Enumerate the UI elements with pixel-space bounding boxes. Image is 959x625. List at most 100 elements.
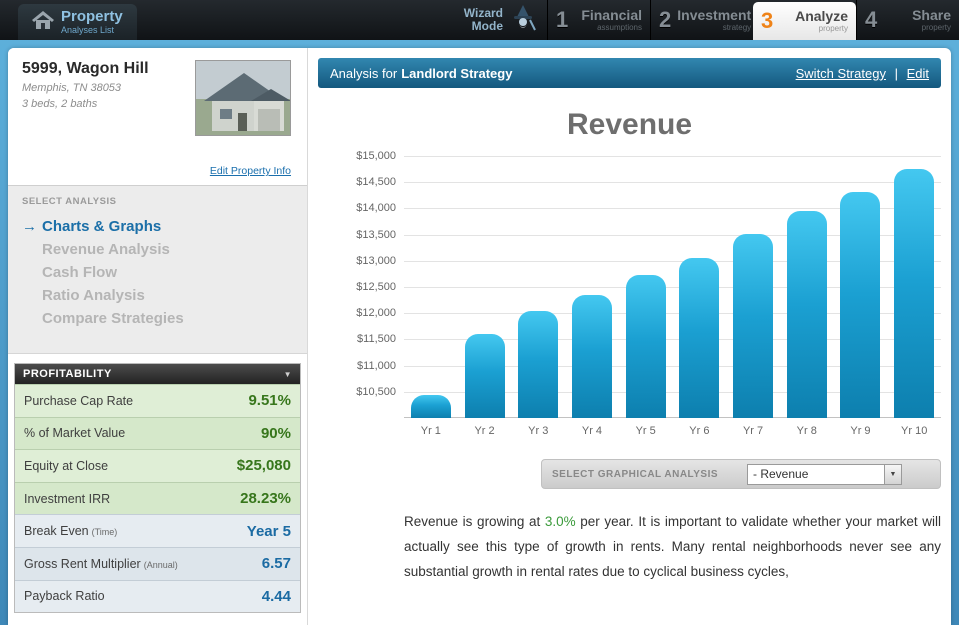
sidebar-item-label: Cash Flow	[42, 264, 118, 281]
select-analysis-section: SELECT ANALYSIS → Charts & Graphs Revenue…	[8, 186, 307, 354]
property-tab[interactable]: Property Analyses List	[18, 4, 137, 40]
dropdown-arrow-icon[interactable]: ▼	[884, 464, 901, 484]
sidebar-item-label: Charts & Graphs	[42, 218, 162, 235]
row-sublabel: (Annual)	[143, 559, 178, 570]
bar-cell	[511, 156, 565, 418]
row-value: $25,080	[236, 457, 291, 475]
chevron-down-icon: ▼	[283, 369, 292, 379]
property-card: 5999, Wagon Hill Memphis, TN 38053 3 bed…	[8, 48, 307, 186]
sidebar-item-charts-graphs[interactable]: → Charts & Graphs	[22, 215, 293, 238]
y-tick-label: $14,500	[356, 176, 396, 189]
switch-strategy-link[interactable]: Switch Strategy	[796, 66, 886, 81]
sidebar-item-label: Ratio Analysis	[42, 287, 145, 304]
row-investment-irr: Investment IRR 28.23%	[15, 481, 300, 515]
bar-cell	[887, 156, 941, 418]
sidebar-item-ratio-analysis[interactable]: Ratio Analysis	[22, 284, 293, 307]
x-tick-label: Yr 1	[420, 425, 441, 437]
row-break-even: Break Even (Time) Year 5	[15, 514, 300, 547]
analysis-for-label: Analysis for	[330, 65, 398, 81]
chart-y-axis: $15,000 $14,500 $14,000 $13,500 $13,000 $12,5…	[346, 150, 404, 418]
row-label: Payback Ratio	[24, 589, 105, 604]
active-arrow-icon: →	[22, 218, 37, 235]
bar-yr-9	[840, 191, 881, 418]
x-axis: Yr 1 Yr 2 Yr 3 Yr 4 Yr 5 Yr 6 Yr 7 Yr 8 Yr 9 Yr 1…	[404, 425, 941, 437]
revenue-description-paragraph: Revenue is growing at 3.0% per year. It …	[404, 509, 941, 584]
row-value: 28.23%	[240, 490, 291, 508]
row-label: Purchase Cap Rate	[24, 393, 134, 408]
row-value: 4.44	[261, 587, 291, 605]
sidebar: 5999, Wagon Hill Memphis, TN 38053 3 bed…	[8, 48, 308, 625]
y-tick-label: $11,500	[357, 333, 396, 346]
x-tick-label: Yr 8	[796, 425, 817, 437]
edit-strategy-link[interactable]: Edit	[907, 66, 929, 81]
row-value: Year 5	[246, 522, 291, 540]
sidebar-item-compare-strategies[interactable]: Compare Strategies	[22, 307, 293, 330]
row-value: 90%	[260, 424, 291, 442]
strategy-name: Landlord Strategy	[401, 65, 513, 81]
top-navigation-bar: Property Analyses List Wizard Mode 1 Fin…	[0, 0, 959, 40]
x-tick-label: Yr 5	[635, 425, 656, 437]
sidebar-item-revenue-analysis[interactable]: Revenue Analysis	[22, 238, 293, 261]
strategy-header-bar: Analysis for Landlord Strategy Switch St…	[318, 58, 941, 88]
step-3-label: Analyze	[795, 8, 848, 24]
row-label: Investment IRR	[24, 491, 111, 506]
tab-step-3-analyze[interactable]: 3 Analyze property	[753, 2, 856, 40]
bar-yr-6	[679, 257, 720, 418]
bar-cell	[726, 156, 780, 418]
y-tick-label: $14,000	[356, 202, 396, 215]
step-1-number: 1	[556, 7, 569, 32]
bar-yr-8	[786, 211, 827, 418]
profitability-header[interactable]: PROFITABILITY ▼	[15, 364, 300, 384]
bar-yr-1	[410, 395, 451, 418]
sidebar-item-label: Revenue Analysis	[42, 241, 170, 258]
step-tabs: 1 Financial assumptions 2 Investment str…	[547, 0, 959, 40]
profitability-widget: PROFITABILITY ▼ Purchase Cap Rate 9.51% …	[14, 363, 301, 614]
profitability-header-label: PROFITABILITY	[23, 368, 112, 380]
bar-cell	[404, 156, 458, 418]
y-tick-label: $13,000	[356, 254, 396, 267]
tab-step-1-financial[interactable]: 1 Financial assumptions	[547, 0, 650, 40]
sidebar-item-cash-flow[interactable]: Cash Flow	[22, 261, 293, 284]
row-pct-market-value: % of Market Value 90%	[15, 416, 300, 450]
bar-yr-7	[733, 233, 774, 418]
edit-property-info-link[interactable]: Edit Property Info	[210, 165, 291, 177]
x-tick-label: Yr 10	[901, 425, 928, 437]
tab-step-4-share[interactable]: 4 Share property	[856, 0, 959, 40]
row-gross-rent-multiplier: Gross Rent Multiplier (Annual) 6.57	[15, 546, 300, 580]
row-label: Gross Rent Multiplier	[24, 556, 141, 571]
select-graphical-analysis-label: SELECT GRAPHICAL ANALYSIS	[552, 468, 719, 480]
sidebar-item-label: Compare Strategies	[42, 310, 184, 327]
step-1-label: Financial	[581, 7, 642, 23]
property-tab-label: Property	[61, 8, 123, 25]
chart-title: Revenue	[566, 108, 693, 141]
step-4-number: 4	[865, 7, 878, 32]
y-tick-label: $12,500	[356, 281, 396, 293]
dropdown-selected-value: - Revenue	[753, 467, 809, 481]
bar-cell	[619, 156, 673, 418]
tab-step-2-investment[interactable]: 2 Investment strategy	[650, 0, 753, 40]
bar-yr-2	[464, 334, 505, 418]
house-icon	[32, 10, 54, 34]
row-payback-ratio: Payback Ratio 4.44	[15, 579, 300, 613]
select-analysis-header: SELECT ANALYSIS	[22, 196, 117, 207]
step-3-number: 3	[761, 8, 774, 33]
bar-cell	[458, 156, 512, 418]
x-tick-label: Yr 2	[474, 425, 495, 437]
y-tick-label: $13,500	[356, 228, 396, 241]
bar-yr-3	[518, 310, 559, 418]
wizard-mode-toggle[interactable]: Wizard Mode	[464, 0, 547, 40]
link-separator: |	[894, 65, 898, 81]
step-4-label: Share	[912, 7, 951, 23]
chart-plot	[404, 156, 941, 418]
row-sublabel: (Time)	[91, 527, 118, 538]
growth-rate-highlight: 3.0%	[544, 514, 576, 529]
bar-cell	[565, 156, 619, 418]
graphical-analysis-dropdown[interactable]: - Revenue ▼	[747, 463, 902, 485]
wizard-icon	[509, 4, 537, 37]
x-tick-label: Yr 6	[689, 425, 710, 437]
y-tick-label: $11,000	[357, 359, 396, 372]
step-1-sublabel: assumptions	[597, 23, 642, 32]
x-tick-label: Yr 3	[528, 425, 549, 437]
step-2-sublabel: strategy	[722, 23, 752, 32]
row-equity-at-close: Equity at Close $25,080	[15, 449, 300, 482]
